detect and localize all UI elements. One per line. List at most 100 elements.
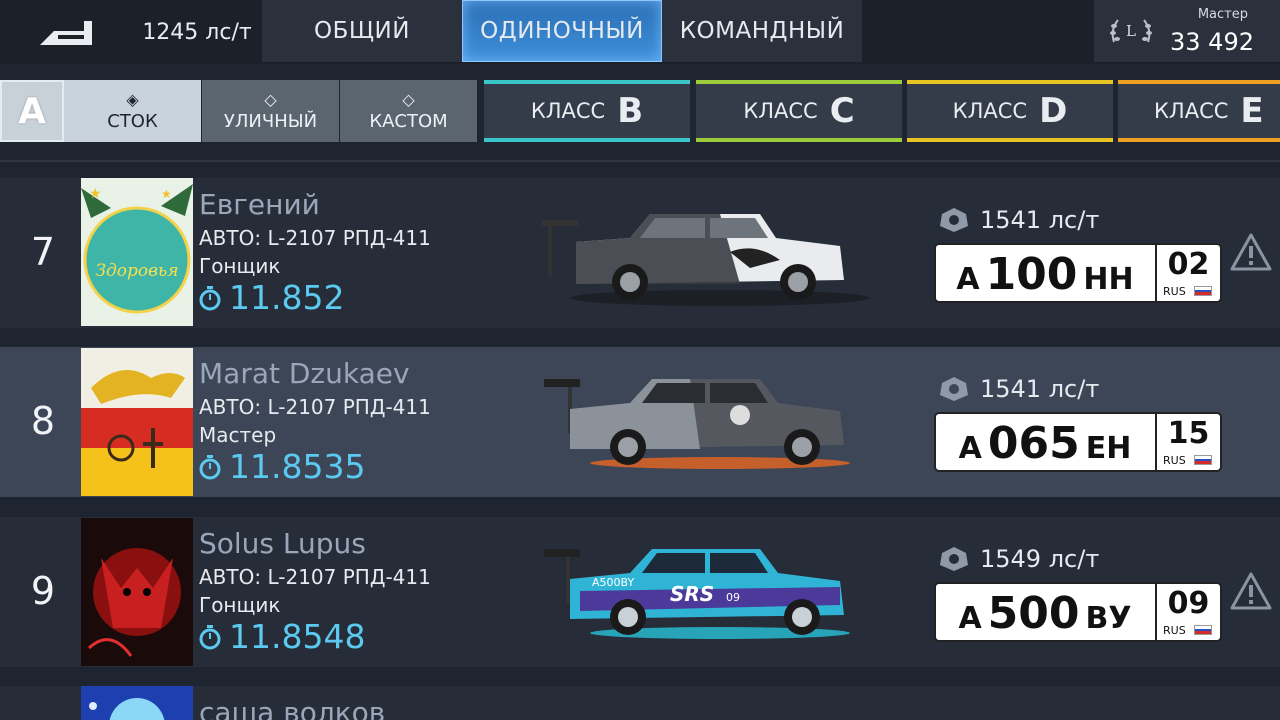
stopwatch-icon (199, 285, 221, 310)
svg-text:SRS: SRS (670, 582, 714, 606)
diamond-outline-icon: ◇ (402, 89, 415, 109)
class-color-bar (1118, 80, 1280, 84)
race-time-value: 11.8548 (229, 617, 366, 656)
plate-number: 100 (985, 249, 1078, 300)
player-name: Solus Lupus (199, 527, 366, 560)
rank-number: 8 (30, 399, 56, 443)
player-car: АВТО: L-2107 РПД-411 (199, 395, 431, 419)
class-color-bar (696, 138, 902, 142)
tab-stock-label: СТОК (107, 110, 158, 132)
engine-icon (940, 377, 968, 401)
race-time: 11.8548 (199, 617, 365, 656)
russia-flag-icon (1194, 286, 1212, 296)
rank-points: 33 492 (1170, 28, 1254, 56)
top-bar: 1245 лс/т ОБЩИЙ ОДИНОЧНЫЙ КОМАНДНЫЙ L Ма… (0, 0, 1280, 64)
tab-street-label: УЛИЧНЫЙ (223, 110, 318, 132)
class-e-tab[interactable]: КЛАСС E (1118, 80, 1280, 142)
class-label: КЛАСС (530, 99, 606, 123)
car-hp-value: 1541 лс/т (980, 375, 1100, 403)
car-hp: 1541 лс/т (938, 375, 1099, 403)
car-image (540, 202, 870, 312)
plate-region-code: 15 (1167, 416, 1210, 451)
russia-flag-icon (1194, 625, 1212, 635)
russia-flag-icon (1194, 455, 1212, 465)
avatar: ★ ★ Здоровья (81, 178, 193, 326)
player-car: АВТО: L-2107 РПД-411 (199, 565, 431, 589)
class-label: КЛАСС (952, 99, 1028, 123)
class-a-button[interactable]: A (0, 80, 64, 142)
svg-text:09: 09 (726, 591, 740, 604)
diamond-outline-icon: ◇ (264, 89, 277, 109)
leaderboard-row[interactable]: 8 Marat Dzukaev АВТО: L-2107 РПД-411 Мас… (0, 347, 1280, 497)
class-color-bar (484, 138, 690, 142)
license-plate: А 500 ВУ 09 RUS (934, 582, 1222, 642)
class-label: КЛАСС (743, 99, 818, 123)
plate-country: RUS (1163, 624, 1186, 637)
car-image (540, 369, 870, 479)
leaderboard-row[interactable]: 9 Solus Lupus АВТО: L-2107 РПД-411 Гонщи… (0, 517, 1280, 667)
player-rank-box[interactable]: L Мастер 33 492 (1094, 0, 1280, 62)
engine-icon (940, 208, 968, 232)
class-c-tab[interactable]: КЛАСС C (696, 80, 902, 142)
class-color-bar (907, 80, 1113, 84)
class-color-bar (696, 80, 902, 84)
svg-text:Здоровья: Здоровья (95, 261, 178, 281)
plate-region-code: 02 (1167, 247, 1210, 282)
player-title: Гонщик (199, 593, 281, 617)
tab-general[interactable]: ОБЩИЙ (262, 0, 462, 62)
class-letter: D (1039, 91, 1068, 131)
car-hp: 1549 лс/т (938, 545, 1099, 573)
plate-letters-2: НН (1083, 262, 1134, 297)
plate-region-code: 09 (1167, 586, 1210, 621)
plate-letter-1: А (958, 431, 982, 466)
plate-letters-2: ЕН (1085, 431, 1132, 466)
plate-number: 500 (987, 588, 1080, 639)
car-hp-value: 1549 лс/т (980, 545, 1100, 573)
class-a-letter: A (18, 90, 46, 132)
class-letter: C (829, 91, 855, 131)
plate-letters-2: ВУ (1085, 601, 1132, 636)
tab-street[interactable]: ◇ УЛИЧНЫЙ (202, 80, 339, 142)
tab-stock[interactable]: ◈ СТОК (64, 80, 201, 142)
player-name: Marat Dzukaev (199, 357, 410, 390)
class-b-tab[interactable]: КЛАСС B (484, 80, 690, 142)
rank-number: 7 (30, 230, 56, 274)
svg-text:★: ★ (161, 187, 172, 201)
license-plate: А 065 ЕН 15 RUS (934, 412, 1222, 472)
tab-single[interactable]: ОДИНОЧНЫЙ (462, 0, 662, 62)
stopwatch-icon (199, 454, 221, 479)
plate-letter-1: А (956, 262, 980, 297)
avatar (81, 686, 193, 720)
player-title: Гонщик (199, 254, 281, 278)
race-time: 11.8535 (199, 447, 365, 486)
class-d-tab[interactable]: КЛАСС D (907, 80, 1113, 142)
leaderboard-row[interactable]: саша волков (0, 686, 1280, 720)
plate-letter-1: А (958, 601, 982, 636)
class-letter: E (1240, 91, 1264, 131)
player-name: саша волков (199, 696, 386, 720)
race-time-value: 11.852 (229, 278, 345, 317)
tab-team[interactable]: КОМАНДНЫЙ (662, 0, 862, 62)
class-color-bar (1118, 138, 1280, 142)
race-time: 11.852 (199, 278, 344, 317)
player-car: АВТО: L-2107 РПД-411 (199, 226, 431, 250)
tab-custom-label: КАСТОМ (369, 110, 448, 132)
plate-country: RUS (1163, 454, 1186, 467)
leaderboard-row[interactable]: 7 ★ ★ Здоровья Евгений АВТО: L-2107 РПД-… (0, 178, 1280, 328)
player-title: Мастер (199, 423, 277, 447)
rank-title: Мастер (1197, 7, 1248, 22)
plate-number: 065 (987, 418, 1080, 469)
svg-text:A500BY: A500BY (592, 576, 634, 589)
back-button[interactable] (0, 0, 132, 64)
player-name: Евгений (199, 188, 320, 221)
svg-text:★: ★ (89, 186, 102, 202)
car-hp-value: 1541 лс/т (980, 206, 1100, 234)
report-warning-icon[interactable] (1230, 571, 1272, 611)
race-time-value: 11.8535 (229, 447, 366, 486)
report-warning-icon[interactable] (1230, 232, 1272, 272)
back-arrow-icon (40, 21, 92, 45)
laurel-icon: L (1110, 19, 1152, 43)
class-color-bar (907, 138, 1113, 142)
avatar (81, 518, 193, 666)
tab-custom[interactable]: ◇ КАСТОМ (340, 80, 477, 142)
